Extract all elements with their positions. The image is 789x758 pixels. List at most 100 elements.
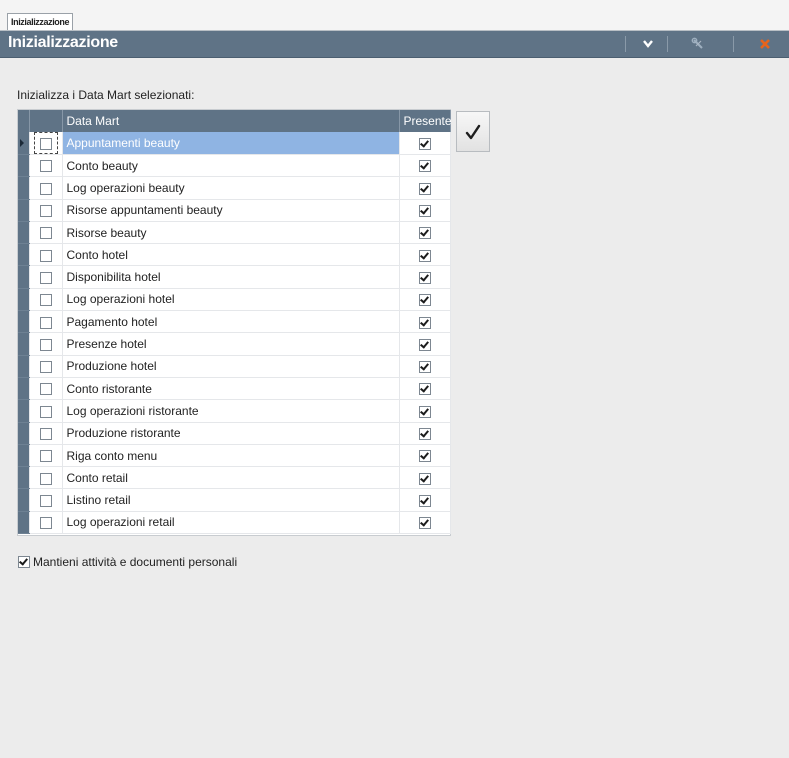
presente-cell	[399, 444, 451, 468]
select-checkbox[interactable]	[39, 249, 52, 262]
select-cell[interactable]	[29, 466, 63, 490]
select-cell[interactable]	[29, 221, 63, 245]
confirm-button[interactable]	[456, 111, 490, 152]
select-cell[interactable]	[29, 199, 63, 222]
row-indicator	[18, 199, 30, 222]
select-checkbox[interactable]	[39, 271, 52, 284]
table-row[interactable]: Log operazioni beauty	[18, 176, 451, 200]
presente-checkbox	[418, 137, 431, 150]
table-row[interactable]: Log operazioni retail	[18, 511, 451, 535]
presente-checkbox	[418, 338, 431, 351]
select-cell[interactable]	[29, 399, 63, 423]
table-row[interactable]: Produzione hotel	[18, 355, 451, 378]
window-titlebar: Inizializzazione	[0, 31, 789, 58]
column-header-data-mart[interactable]: Data Mart	[62, 110, 400, 132]
table-row[interactable]: Presenze hotel	[18, 332, 451, 356]
select-checkbox[interactable]	[39, 517, 52, 530]
select-checkbox[interactable]	[39, 182, 52, 195]
data-mart-name: Conto hotel	[62, 243, 400, 267]
select-cell[interactable]	[29, 422, 63, 445]
data-mart-grid[interactable]: Data Mart Presente Appuntamenti beauty Co…	[17, 109, 452, 536]
table-row[interactable]: Conto ristorante	[18, 377, 451, 401]
table-row[interactable]: Log operazioni ristorante	[18, 399, 451, 423]
table-row[interactable]: Log operazioni hotel	[18, 288, 451, 312]
data-mart-name: Appuntamenti beauty	[62, 132, 400, 155]
table-row[interactable]: Risorse appuntamenti beauty	[18, 199, 451, 222]
tab-inizializzazione[interactable]: Inizializzazione	[7, 13, 74, 30]
presente-checkbox	[418, 249, 431, 262]
select-cell[interactable]	[29, 355, 63, 378]
row-indicator	[18, 332, 30, 356]
select-checkbox[interactable]	[39, 294, 52, 307]
select-checkbox[interactable]	[39, 361, 52, 374]
column-header-presente[interactable]: Presente	[399, 110, 452, 132]
select-cell[interactable]	[29, 265, 63, 289]
presente-cell	[399, 399, 451, 423]
select-checkbox[interactable]	[39, 472, 52, 485]
settings-button[interactable]	[687, 35, 709, 53]
presente-checkbox	[418, 450, 431, 463]
row-indicator-header	[18, 110, 30, 132]
table-row[interactable]: Produzione ristorante	[18, 422, 451, 445]
select-checkbox[interactable]	[39, 227, 52, 240]
table-row[interactable]: Risorse beauty	[18, 221, 451, 245]
presente-checkbox	[418, 472, 431, 485]
select-checkbox[interactable]	[39, 450, 52, 463]
select-column-header[interactable]	[29, 110, 63, 132]
select-cell[interactable]	[29, 444, 63, 468]
data-mart-name: Conto beauty	[62, 154, 400, 178]
keep-personal-label: Mantieni attività e documenti personali	[33, 555, 238, 569]
grid-header-row: Data Mart Presente	[18, 110, 452, 132]
data-mart-name: Log operazioni beauty	[62, 176, 400, 200]
row-indicator	[18, 377, 30, 401]
select-checkbox[interactable]	[39, 316, 52, 329]
presente-cell	[399, 199, 451, 222]
select-cell[interactable]	[29, 288, 63, 312]
collapse-button[interactable]	[637, 35, 659, 53]
select-cell[interactable]	[29, 176, 63, 200]
select-checkbox[interactable]	[39, 405, 52, 418]
select-cell[interactable]	[29, 511, 63, 535]
row-indicator	[18, 265, 30, 289]
row-indicator	[18, 176, 30, 200]
select-checkbox[interactable]	[39, 205, 52, 218]
presente-checkbox	[418, 227, 431, 240]
select-checkbox[interactable]	[39, 137, 52, 150]
presente-cell	[399, 355, 451, 378]
data-mart-name: Log operazioni ristorante	[62, 399, 400, 423]
close-button[interactable]	[754, 35, 776, 53]
table-row[interactable]: Riga conto menu	[18, 444, 451, 468]
select-checkbox[interactable]	[39, 494, 52, 507]
select-cell[interactable]	[29, 332, 63, 356]
select-cell[interactable]	[29, 132, 63, 155]
table-row[interactable]: Disponibilita hotel	[18, 265, 451, 289]
presente-checkbox	[418, 182, 431, 195]
data-mart-name: Listino retail	[62, 488, 400, 512]
select-checkbox[interactable]	[39, 160, 52, 173]
table-row[interactable]: Conto hotel	[18, 243, 451, 267]
wrench-icon	[691, 37, 703, 49]
select-cell[interactable]	[29, 243, 63, 267]
toolbar-divider	[667, 36, 668, 52]
data-mart-name: Risorse beauty	[62, 221, 400, 245]
keep-personal-checkbox[interactable]	[18, 556, 30, 568]
select-checkbox[interactable]	[39, 428, 52, 441]
table-row[interactable]: Conto retail	[18, 466, 451, 490]
data-mart-name: Riga conto menu	[62, 444, 400, 468]
select-cell[interactable]	[29, 377, 63, 401]
row-indicator	[18, 488, 30, 512]
keep-personal-option[interactable]: Mantieni attività e documenti personali	[18, 555, 237, 569]
select-checkbox[interactable]	[39, 383, 52, 396]
table-row[interactable]: Conto beauty	[18, 154, 451, 178]
table-row[interactable]: Appuntamenti beauty	[18, 132, 451, 155]
toolbar-divider	[625, 36, 626, 52]
row-indicator	[18, 310, 30, 334]
select-cell[interactable]	[29, 488, 63, 512]
presente-cell	[399, 243, 451, 267]
select-cell[interactable]	[29, 310, 63, 334]
select-checkbox[interactable]	[39, 338, 52, 351]
table-row[interactable]: Listino retail	[18, 488, 451, 512]
select-cell[interactable]	[29, 154, 63, 178]
row-indicator	[18, 288, 30, 312]
table-row[interactable]: Pagamento hotel	[18, 310, 451, 334]
